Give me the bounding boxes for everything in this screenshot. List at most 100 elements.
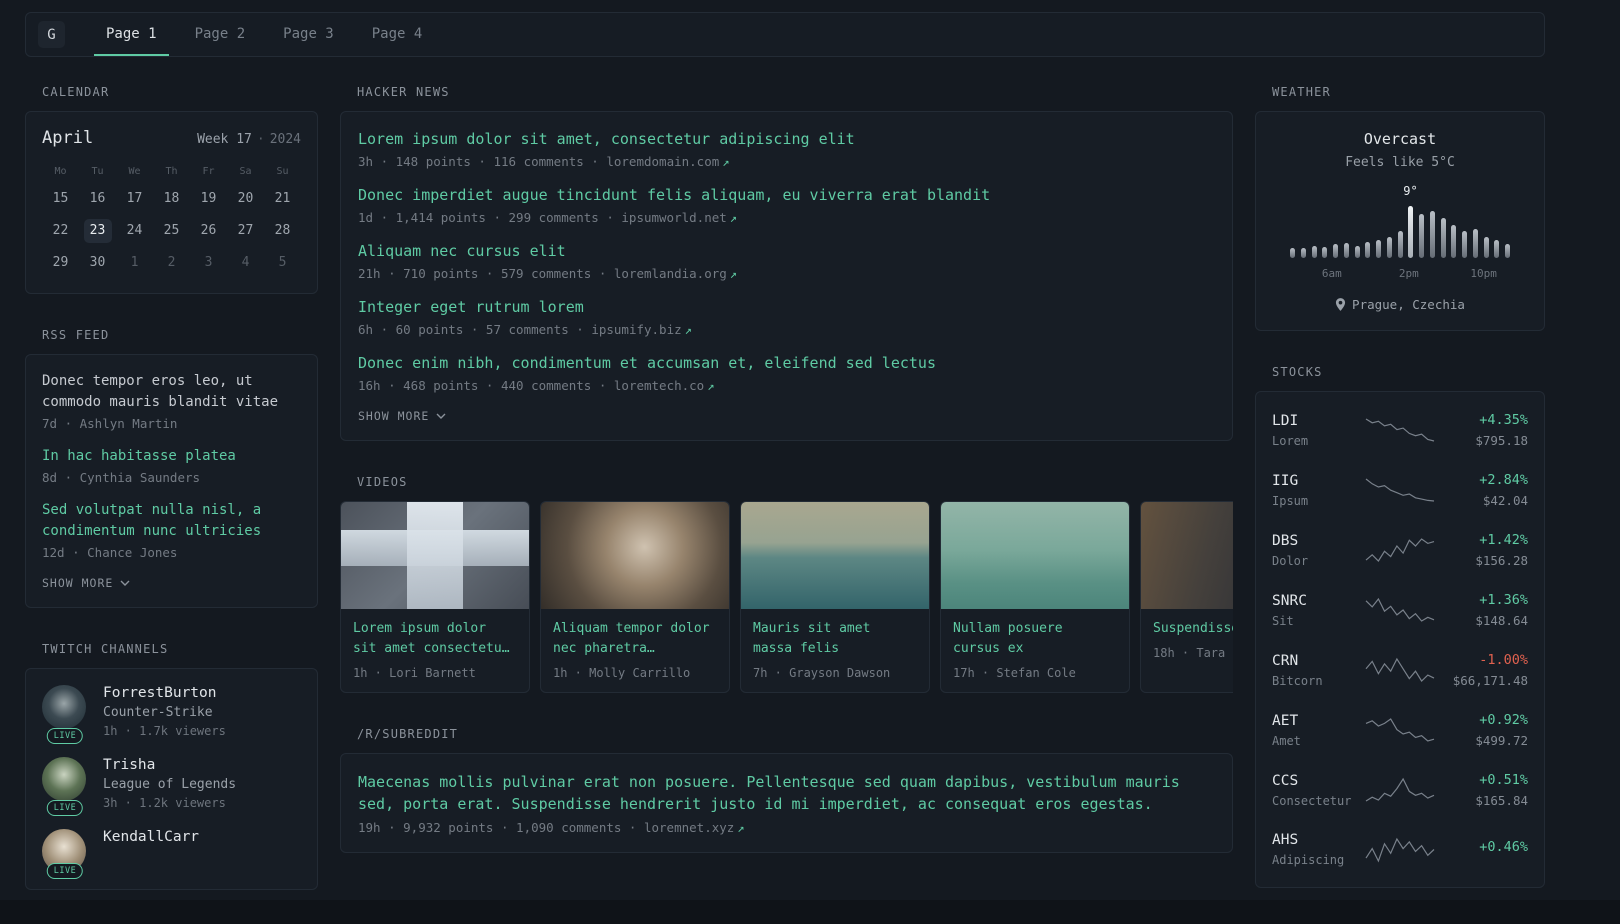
rss-item-title[interactable]: In hac habitasse platea <box>42 446 301 467</box>
rss-item-title[interactable]: Donec tempor eros leo, ut commodo mauris… <box>42 371 301 413</box>
twitch-channel[interactable]: LIVE Trisha League of Legends 3h · 1.2k … <box>42 757 301 816</box>
video-card[interactable]: Aliquam tempor dolor nec pharetra… 1h · … <box>540 501 730 693</box>
calendar-day: 26 <box>200 223 217 238</box>
calendar-day: 19 <box>200 191 217 206</box>
weather-bar <box>1451 224 1457 258</box>
weather-bar <box>1505 244 1510 258</box>
video-meta: 17h · Stefan Cole <box>953 666 1076 680</box>
stock-name: Adipiscing <box>1272 853 1345 867</box>
stock-row[interactable]: CRN Bitcorn -1.00% $66,171.48 <box>1272 640 1528 700</box>
subreddit-widget-title: /R/SUBREDDIT <box>357 727 459 741</box>
hn-story-domain-link[interactable]: loremlandia.org ↗ <box>614 266 737 281</box>
rss-item-meta: 12d · Chance Jones <box>42 545 178 560</box>
tab-page-1[interactable]: Page 1 <box>94 13 169 56</box>
calendar-day: 18 <box>163 191 180 206</box>
calendar-day: 28 <box>274 223 291 238</box>
hn-story-meta: 16h · 468 points · 440 comments · <box>358 378 607 393</box>
hn-story-domain-link[interactable]: loremdomain.com ↗ <box>606 154 729 169</box>
stock-ticker: CCS <box>1272 772 1299 789</box>
twitch-channel[interactable]: LIVE ForrestBurton Counter-Strike 1h · 1… <box>42 685 301 744</box>
external-link-icon: ↗ <box>737 821 745 835</box>
video-card[interactable]: Lorem ipsum dolor sit amet consectetu… 1… <box>340 501 530 693</box>
stock-row[interactable]: AET Amet +0.92% $499.72 <box>1272 700 1528 760</box>
stock-sparkline <box>1365 657 1435 682</box>
video-meta: 18h · Tara <box>1153 646 1226 660</box>
twitch-channel-game: Counter-Strike <box>103 705 213 720</box>
stock-name: Ipsum <box>1272 493 1309 508</box>
video-title: Lorem ipsum dolor sit amet consectetu… <box>353 621 510 656</box>
weather-bar <box>1419 214 1424 258</box>
page-tabs: Page 1 Page 2 Page 3 Page 4 <box>87 13 441 56</box>
hn-show-more-button[interactable]: SHOW MORE <box>358 409 446 423</box>
video-meta: 1h · Lori Barnett <box>353 666 476 680</box>
video-title: Aliquam tempor dolor nec pharetra… <box>553 621 710 656</box>
stock-price: $66,171.48 <box>1452 673 1528 688</box>
calendar-widget: CALENDAR April Week 17 · 2024 Mo Tu We Th Fr Sa… <box>25 85 318 294</box>
calendar-week-year: Week 17 · 2024 <box>197 132 301 147</box>
stock-row[interactable]: DBS Dolor +1.42% $156.28 <box>1272 520 1528 580</box>
stock-row[interactable]: SNRC Sit +1.36% $148.64 <box>1272 580 1528 640</box>
stock-row[interactable]: LDI Lorem +4.35% $795.18 <box>1272 400 1528 460</box>
video-title: Mauris sit amet massa felis <box>753 621 871 656</box>
hn-story-title[interactable]: Integer eget rutrum lorem <box>358 297 1215 318</box>
hn-story-domain-link[interactable]: loremtech.co ↗ <box>614 378 715 393</box>
rss-widget: RSS FEED Donec tempor eros leo, ut commo… <box>25 328 318 608</box>
hn-story-title[interactable]: Aliquam nec cursus elit <box>358 241 1215 262</box>
reddit-post-domain-link[interactable]: loremnet.xyz ↗ <box>644 820 745 835</box>
video-card[interactable]: Suspendisse diam 18h · Tara <box>1140 501 1233 693</box>
hackernews-widget: HACKER NEWS Lorem ipsum dolor sit amet, … <box>340 85 1233 441</box>
calendar-day: 20 <box>237 191 254 206</box>
stock-row[interactable]: IIG Ipsum +2.84% $42.04 <box>1272 460 1528 520</box>
video-meta: 1h · Molly Carrillo <box>553 666 691 680</box>
twitch-channel-name: ForrestBurton <box>103 685 217 701</box>
rss-item: Donec tempor eros leo, ut commodo mauris… <box>42 371 301 431</box>
tab-page-4[interactable]: Page 4 <box>360 13 435 56</box>
stock-ticker: AHS <box>1272 832 1299 848</box>
left-column: CALENDAR April Week 17 · 2024 Mo Tu We Th Fr Sa… <box>25 85 318 924</box>
reddit-post-title[interactable]: Maecenas mollis pulvinar erat non posuer… <box>358 771 1215 815</box>
stock-row[interactable]: CCS Consectetur +0.51% $165.84 <box>1272 760 1528 820</box>
weather-time-axis: 6am 2pm 10pm <box>1290 267 1510 282</box>
weather-bar <box>1462 230 1467 258</box>
stock-name: Amet <box>1272 733 1301 748</box>
rss-show-more-button[interactable]: SHOW MORE <box>42 576 130 590</box>
stock-price: $795.18 <box>1475 433 1528 448</box>
twitch-channel-meta: 1h · 1.7k viewers <box>103 724 226 738</box>
live-badge: LIVE <box>46 800 84 816</box>
twitch-channel-game: League of Legends <box>103 777 237 792</box>
video-card[interactable]: Mauris sit amet massa felis 7h · Grayson… <box>740 501 930 693</box>
hn-story-title[interactable]: Lorem ipsum dolor sit amet, consectetur … <box>358 129 1215 150</box>
stock-price: $165.84 <box>1475 793 1528 808</box>
video-thumbnail <box>941 502 1129 609</box>
stocks-widget: STOCKS LDI Lorem +4.35% $795.18 IIG Ipsum +2.8… <box>1255 365 1545 888</box>
hn-story-domain-link[interactable]: ipsumworld.net ↗ <box>621 210 737 225</box>
hn-story-title[interactable]: Donec enim nibh, condimentum et accumsan… <box>358 353 1215 374</box>
video-title: Nullam posuere cursus ex <box>953 621 1063 656</box>
video-card[interactable]: Nullam posuere cursus ex 17h · Stefan Co… <box>940 501 1130 693</box>
stock-sparkline <box>1365 538 1435 562</box>
stock-change: +1.42% <box>1479 532 1528 548</box>
stock-ticker: DBS <box>1272 532 1299 549</box>
hn-story-domain-link[interactable]: ipsumify.biz ↗ <box>591 322 692 337</box>
hn-story: Aliquam nec cursus elit 21h · 710 points… <box>358 241 1215 281</box>
video-thumbnail <box>541 502 729 609</box>
rss-item-title[interactable]: Sed volutpat nulla nisl, a condimentum n… <box>42 500 301 542</box>
stock-name: Dolor <box>1272 553 1309 568</box>
calendar-day: 1 <box>130 255 139 270</box>
weather-bar <box>1365 242 1371 258</box>
stock-change: +0.51% <box>1479 772 1528 788</box>
twitch-channel[interactable]: LIVE KendallCarr <box>42 829 301 879</box>
tab-page-3[interactable]: Page 3 <box>271 13 346 56</box>
stock-row[interactable]: AHS Adipiscing +0.46% <box>1272 820 1528 879</box>
chevron-down-icon <box>120 580 130 586</box>
calendar-day: 3 <box>204 255 213 270</box>
rss-item: Sed volutpat nulla nisl, a condimentum n… <box>42 500 301 560</box>
calendar-weekday: Mo <box>54 166 67 177</box>
calendar-day: 24 <box>126 223 143 238</box>
weather-time-label: 10pm <box>1470 267 1497 280</box>
hn-story-title[interactable]: Donec imperdiet augue tincidunt felis al… <box>358 185 1215 206</box>
weather-feels-like: Feels like 5°C <box>1345 155 1455 170</box>
tab-page-2[interactable]: Page 2 <box>183 13 258 56</box>
videos-widget-title: VIDEOS <box>357 475 408 489</box>
weather-location: Prague, Czechia <box>1272 297 1528 312</box>
